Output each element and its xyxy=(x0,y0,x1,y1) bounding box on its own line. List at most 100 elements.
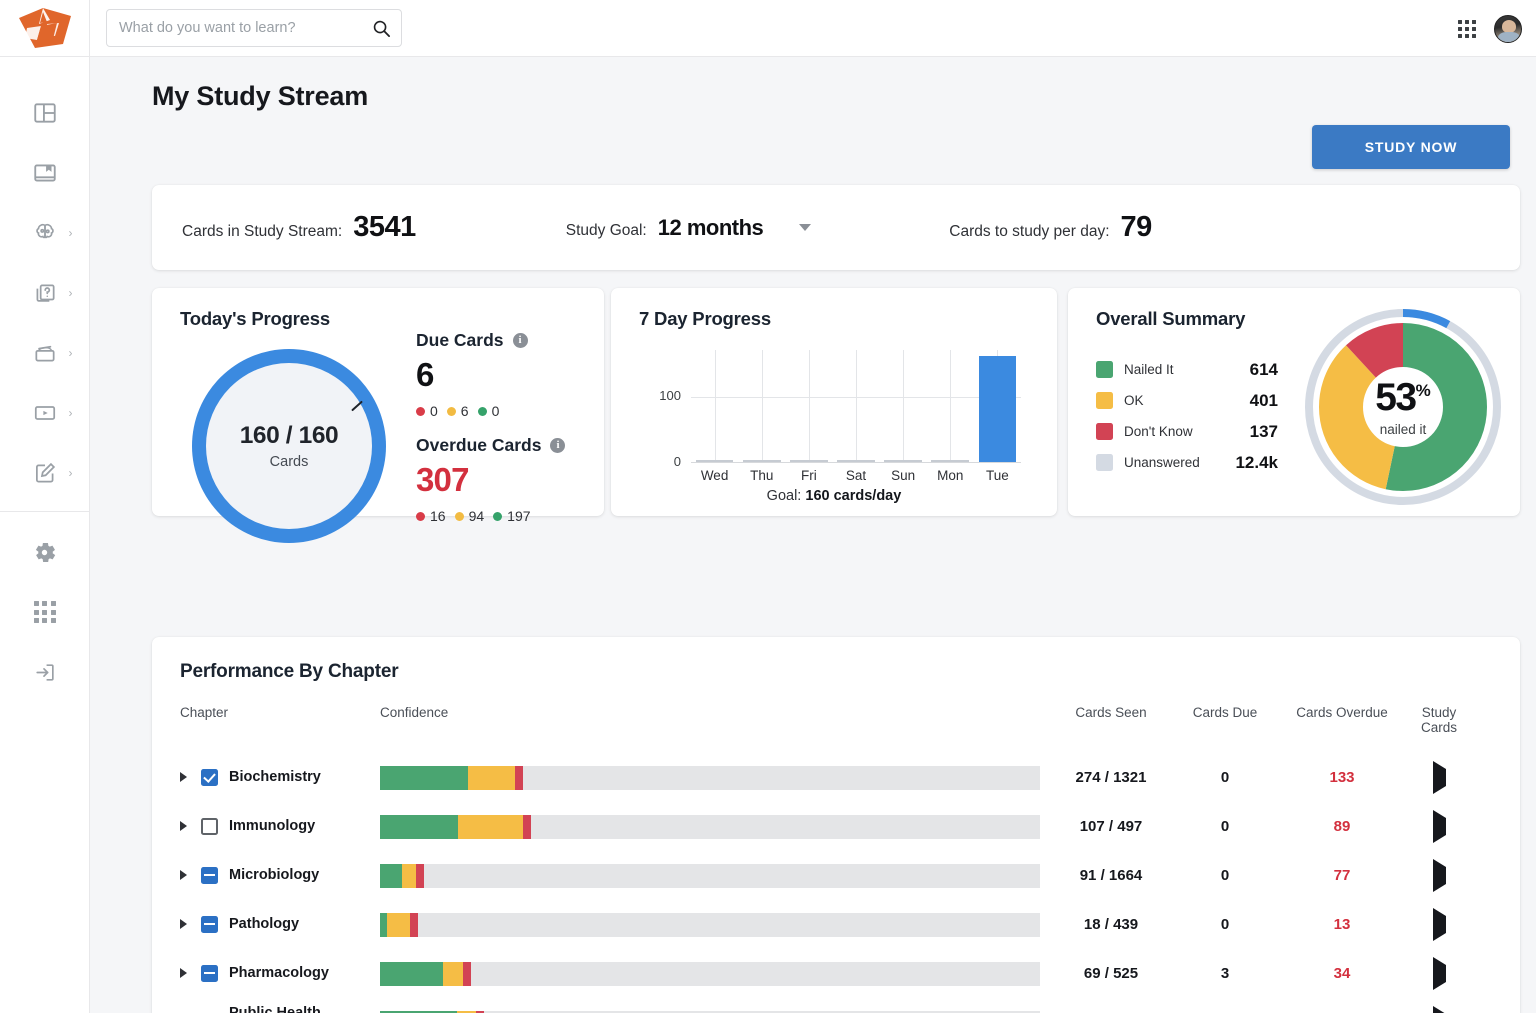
chapter-checkbox[interactable] xyxy=(201,965,218,982)
chapter-checkbox[interactable] xyxy=(201,916,218,933)
question-cards-icon xyxy=(32,280,58,306)
sidebar-item-logout[interactable] xyxy=(0,642,90,702)
cards-overdue-value: 34 xyxy=(1280,965,1404,982)
top-bar-right xyxy=(1458,0,1522,57)
segment-dont-know xyxy=(515,766,523,790)
ring-progress-value: 160 / 160 xyxy=(240,422,339,450)
bar-Fri[interactable] xyxy=(790,349,828,462)
study-play-icon[interactable] xyxy=(1433,859,1446,892)
chevron-down-icon[interactable] xyxy=(799,224,811,231)
y-axis-tick-0: 0 xyxy=(633,454,681,469)
sidebar-chevron[interactable]: › xyxy=(69,467,73,479)
sidebar-item-notes[interactable]: › xyxy=(0,443,90,503)
sidebar-item-apps[interactable] xyxy=(0,582,90,642)
overdue-cards-label: Overdue Cards xyxy=(416,435,541,456)
due-breakdown-value: 6 xyxy=(461,403,469,419)
overdue-cards-breakdown: 16 94 197 xyxy=(416,508,565,524)
expand-row-caret-icon[interactable] xyxy=(180,968,187,978)
sidebar-item-dashboard[interactable] xyxy=(0,83,90,143)
cards-due-value: 3 xyxy=(1170,965,1280,982)
segment-dont-know xyxy=(416,864,424,888)
bar-Mon[interactable] xyxy=(931,349,969,462)
app-logo[interactable] xyxy=(0,0,90,57)
edit-pencil-icon xyxy=(32,460,58,486)
donut-center-sub: nailed it xyxy=(1380,422,1427,437)
cards-seen-value: 107 / 497 xyxy=(1052,818,1170,835)
study-play-icon[interactable] xyxy=(1433,761,1446,794)
sidebar-item-question-cards[interactable]: › xyxy=(0,263,90,323)
sidebar-chevron[interactable]: › xyxy=(69,287,73,299)
confidence-cell xyxy=(380,815,1052,839)
search-icon xyxy=(372,19,391,38)
legend-value: 12.4k xyxy=(1224,453,1278,473)
overall-summary-card: Overall Summary Nailed It614OK401Don't K… xyxy=(1068,288,1520,516)
sidebar-item-videos[interactable]: › xyxy=(0,383,90,443)
study-goal-stat[interactable]: Study Goal: 12 months xyxy=(566,215,812,241)
expand-row-caret-icon[interactable] xyxy=(180,821,187,831)
bar-Wed[interactable] xyxy=(696,349,734,462)
sidebar-item-bookmarks[interactable] xyxy=(0,143,90,203)
bar-Sun[interactable] xyxy=(884,349,922,462)
search-button[interactable] xyxy=(361,10,401,46)
expand-row-caret-icon[interactable] xyxy=(180,870,187,880)
due-breakdown-value: 0 xyxy=(492,403,500,419)
cards-seen-value: 18 / 439 xyxy=(1052,916,1170,933)
study-goal-label: Study Goal: xyxy=(566,222,647,240)
cards-seen-value: 274 / 1321 xyxy=(1052,769,1170,786)
table-row: Public Health Sciences57 / 380126 xyxy=(174,998,1498,1013)
sidebar-chevron[interactable]: › xyxy=(69,407,73,419)
overdue-breakdown-value: 16 xyxy=(430,508,446,524)
x-label-Sun: Sun xyxy=(880,468,927,483)
study-play-icon[interactable] xyxy=(1433,908,1446,941)
todays-progress-title: Today's Progress xyxy=(152,288,604,330)
segment-nailed-it xyxy=(380,815,458,839)
header-study-cards: Study Cards xyxy=(1404,705,1474,735)
study-cards-cell xyxy=(1404,818,1474,836)
seven-day-bar-chart: 100 0 WedThuFriSatSunMonTue xyxy=(633,350,1035,478)
table-row: Biochemistry274 / 13210133 xyxy=(174,753,1498,802)
expand-row-caret-icon[interactable] xyxy=(180,919,187,929)
sidebar-chevron[interactable]: › xyxy=(69,347,73,359)
sidebar-item-card-deck[interactable]: › xyxy=(0,323,90,383)
chapter-checkbox[interactable] xyxy=(201,818,218,835)
bar-Thu[interactable] xyxy=(743,349,781,462)
study-goal-value[interactable]: 12 months xyxy=(658,215,764,241)
sidebar-item-settings[interactable] xyxy=(0,522,90,582)
chapter-checkbox[interactable] xyxy=(201,867,218,884)
table-row: Microbiology91 / 1664077 xyxy=(174,851,1498,900)
avatar[interactable] xyxy=(1494,15,1522,43)
info-icon[interactable]: i xyxy=(513,333,528,348)
sidebar-item-brain[interactable]: › xyxy=(0,203,90,263)
study-now-button[interactable]: STUDY NOW xyxy=(1312,125,1510,169)
info-icon[interactable]: i xyxy=(550,438,565,453)
apps-grid-icon[interactable] xyxy=(1458,20,1476,38)
study-play-icon[interactable] xyxy=(1433,810,1446,843)
legend-label: Nailed It xyxy=(1124,362,1224,377)
study-play-icon[interactable] xyxy=(1433,957,1446,990)
segment-ok xyxy=(443,962,463,986)
segment-nailed-it xyxy=(380,766,468,790)
bar-Sat[interactable] xyxy=(837,349,875,462)
search-input[interactable] xyxy=(107,10,361,46)
bar-Tue[interactable] xyxy=(979,349,1017,462)
table-row: Pathology18 / 439013 xyxy=(174,900,1498,949)
chapter-checkbox[interactable] xyxy=(201,769,218,786)
cards-due-value: 0 xyxy=(1170,867,1280,884)
table-row: Immunology107 / 497089 xyxy=(174,802,1498,851)
due-breakdown-nailed-it: 0 xyxy=(478,403,500,419)
logo-icon xyxy=(13,6,77,50)
goal-annotation: Goal: 160 cards/day xyxy=(611,488,1057,504)
due-cards-breakdown: 0 6 0 xyxy=(416,403,565,419)
apps-grid-icon xyxy=(34,601,56,623)
due-cards-header: Due Cards i xyxy=(416,330,565,351)
confidence-bar xyxy=(380,962,1040,986)
study-play-icon[interactable] xyxy=(1433,1006,1446,1013)
expand-row-caret-icon[interactable] xyxy=(180,772,187,782)
sidebar-chevron[interactable]: › xyxy=(69,227,73,239)
ring-inner: 160 / 160 Cards xyxy=(206,363,372,529)
search-box[interactable] xyxy=(106,9,402,47)
bar-fill xyxy=(743,460,781,462)
overall-summary-donut-chart: 53 % nailed it xyxy=(1302,306,1504,508)
donut-center-percent: % xyxy=(1416,381,1431,401)
overdue-breakdown-ok: 94 xyxy=(455,508,485,524)
